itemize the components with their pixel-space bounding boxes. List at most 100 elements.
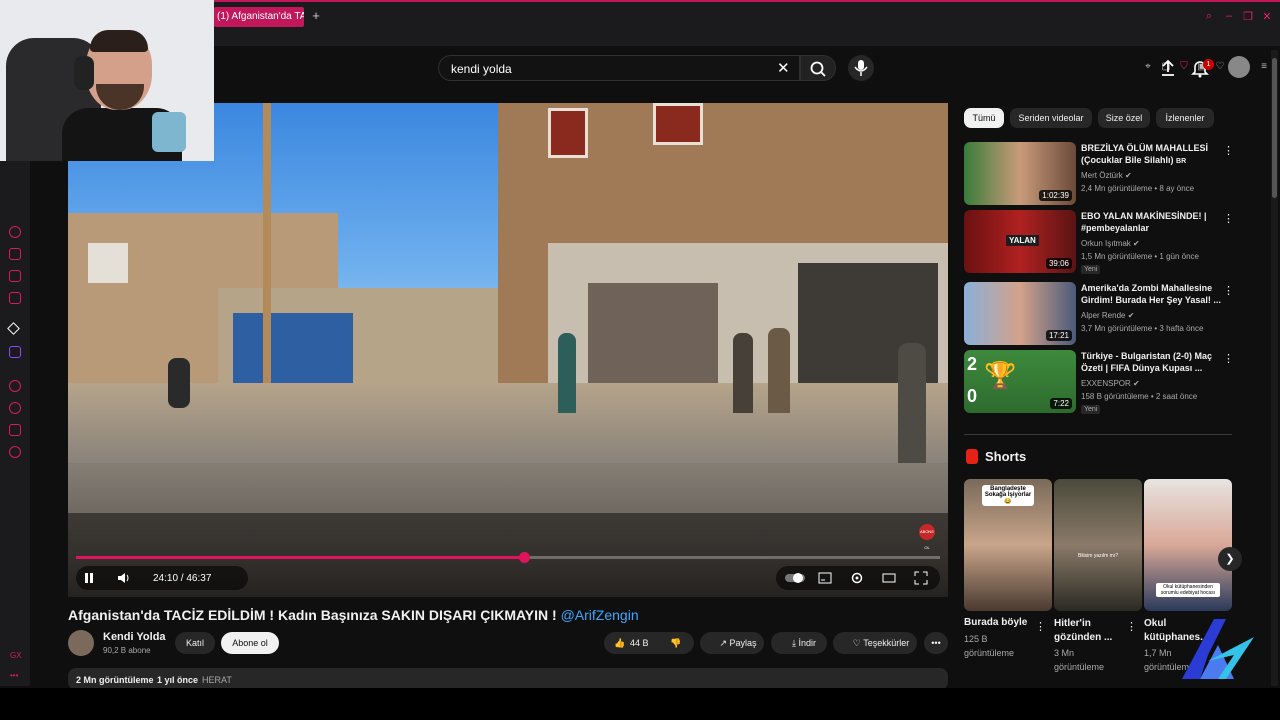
recommendation-item[interactable]: 17:21 Amerika'da Zombi Mahallesine Girdi… [964,282,1244,345]
shield-icon[interactable]: ⛉ [1178,61,1190,72]
fullscreen-icon[interactable] [914,571,928,585]
recommendation-meta: 1,5 Mn görüntüleme • 1 gün önce [1081,252,1199,261]
short-thumbnail[interactable]: Bilisim yazılm mı? [1054,479,1142,611]
shorts-icon [966,449,978,464]
channel-avatar[interactable] [68,630,94,656]
bookmark-icon[interactable]: ⌖ [1142,61,1154,72]
more-options-icon[interactable]: ⋮ [1223,212,1234,225]
avatar[interactable] [1228,56,1250,78]
autoplay-toggle-icon[interactable] [784,571,806,585]
screen-bottom-bar [0,688,1280,720]
shorts-next-button[interactable]: ❯ [1218,547,1242,571]
messenger-icon[interactable] [9,292,21,304]
like-count[interactable]: 44 B [630,632,650,654]
subscribe-button[interactable]: Abone ol [221,632,279,654]
join-button[interactable]: Katıl [175,632,215,654]
browser-tab-active[interactable]: (1) Afganistan'da TACİ [214,7,304,27]
short-views: 3 Mn [1054,648,1075,658]
settings-icon[interactable] [9,446,21,458]
duration-badge: 1:02:39 [1039,190,1072,201]
short-title[interactable]: Burada böyle [964,617,1027,628]
player-icon[interactable] [9,380,21,392]
upload-icon[interactable] [1158,58,1178,78]
search-icon[interactable]: ⌕ [1202,10,1216,23]
channel-name[interactable]: EXXENSPOR ✔ [1081,379,1140,388]
pause-icon[interactable] [82,571,96,585]
mention-link[interactable]: @ArifZengin [561,607,639,623]
video-thumbnail[interactable]: YALAN 39:06 [964,210,1076,273]
more-icon[interactable]: ••• [10,671,18,680]
extensions-icon[interactable] [9,424,21,436]
speed-dial-icon[interactable] [9,226,21,238]
thanks-label: Teşekkürler [863,638,910,648]
short-thumbnail[interactable]: Okul kütüphanesinden sorumlu edebiyat ho… [1144,479,1232,611]
chip-watched[interactable]: İzlenenler [1156,108,1214,128]
twitch-icon[interactable] [9,346,21,358]
chip-for-you[interactable]: Size özel [1098,108,1150,128]
channel-name[interactable]: Mert Öztürk ✔ [1081,171,1132,180]
progress-fill [76,556,524,559]
search-button[interactable] [800,55,836,81]
channel-watermark[interactable]: ABONE OL [919,524,935,550]
microphone [152,112,186,152]
share-button[interactable]: ↗ Paylaş [700,632,764,654]
video-thumbnail[interactable]: 17:21 [964,282,1076,345]
thumbnail-score-home: 2 [967,354,978,374]
recommendation-title[interactable]: Türkiye - Bulgaristan (2-0) Maç Özeti | … [1081,350,1221,374]
channel-name[interactable]: Kendi Yolda [103,631,166,643]
history-icon[interactable] [9,402,21,414]
recommendation-item[interactable]: 1:02:39 BREZİLYA ÖLÜM MAHALLESİ (Çocukla… [964,142,1244,205]
recommendation-title[interactable]: Amerika'da Zombi Mahallesine Girdim! Bur… [1081,282,1221,306]
heart-icon[interactable]: ♡ [1214,61,1226,72]
channel-name[interactable]: Alper Rende ✔ [1081,311,1134,320]
minimize-icon[interactable]: – [1222,10,1236,22]
restore-icon[interactable]: ❐ [1241,10,1255,23]
voice-search-button[interactable] [848,55,874,81]
short-title[interactable]: Hitler'in gözünden ... [1054,617,1126,645]
new-tab-button[interactable]: + [309,8,323,24]
short-meta: 125 B görüntüleme [964,632,1014,660]
like-icon[interactable]: 👍 [612,632,628,654]
recommendation-title[interactable]: EBO YALAN MAKİNESİNDE! | #pembeyalanlar [1081,210,1221,234]
search-box[interactable]: kendi yolda ✕ [438,55,800,81]
dislike-icon[interactable]: 👎 [667,632,685,654]
duration-badge: 39:06 [1045,258,1072,269]
recommendation-item[interactable]: 2 0 🏆 7:22 Türkiye - Bulgaristan (2-0) M… [964,350,1244,414]
download-button[interactable]: ⤓ İndir [771,632,827,654]
recommendation-item[interactable]: YALAN 39:06 EBO YALAN MAKİNESİNDE! | #pe… [964,210,1244,274]
bag-icon[interactable] [9,248,21,260]
progress-scrubber[interactable] [519,552,530,563]
upload-date: 1 yıl önce [157,675,199,685]
more-options-icon[interactable]: ⋮ [1223,144,1234,157]
more-options-icon[interactable]: ⋮ [1035,620,1046,633]
instagram-icon[interactable] [9,270,21,282]
gx-icon[interactable]: GX [10,651,22,660]
location-tag[interactable]: HERAT [202,675,232,685]
chip-series[interactable]: Seriden videolar [1010,108,1092,128]
recommendation-title[interactable]: BREZİLYA ÖLÜM MAHALLESİ (Çocuklar Bile S… [1081,142,1221,168]
more-options-icon[interactable]: ⋮ [1126,620,1137,633]
volume-icon[interactable] [116,571,130,585]
more-options-icon[interactable]: ⋮ [1223,284,1234,297]
video-thumbnail[interactable]: 1:02:39 [964,142,1076,205]
description-box[interactable]: 2 Mn görüntüleme 1 yıl önce HERAT [68,668,948,690]
close-icon[interactable]: ✕ [1260,10,1274,23]
theater-mode-icon[interactable] [882,571,896,585]
more-options-icon[interactable]: ⋮ [1223,352,1234,365]
new-badge: Yeni [1081,405,1101,414]
chip-all[interactable]: Tümü [964,108,1004,128]
video-player[interactable]: ABONE OL 24:10 / 46:37 [68,103,948,597]
clear-search-icon[interactable]: ✕ [777,59,790,77]
thumbnail-text: YALAN [1006,235,1039,246]
search-input[interactable]: kendi yolda [451,62,512,76]
more-actions-button[interactable]: ••• [924,632,948,654]
subtitles-icon[interactable] [818,571,832,585]
menu-icon[interactable]: ≡ [1258,61,1270,72]
short-thumbnail[interactable]: Bangladeşte Sokağa İşiyorlar😂 [964,479,1052,611]
video-thumbnail[interactable]: 2 0 🏆 7:22 [964,350,1076,413]
settings-icon[interactable] [850,571,864,585]
app-icon[interactable] [7,322,20,335]
scrollbar-thumb[interactable] [1272,58,1277,198]
channel-name[interactable]: Orkun Işıtmak ✔ [1081,239,1140,248]
thanks-button[interactable]: ♡ Teşekkürler [833,632,917,654]
